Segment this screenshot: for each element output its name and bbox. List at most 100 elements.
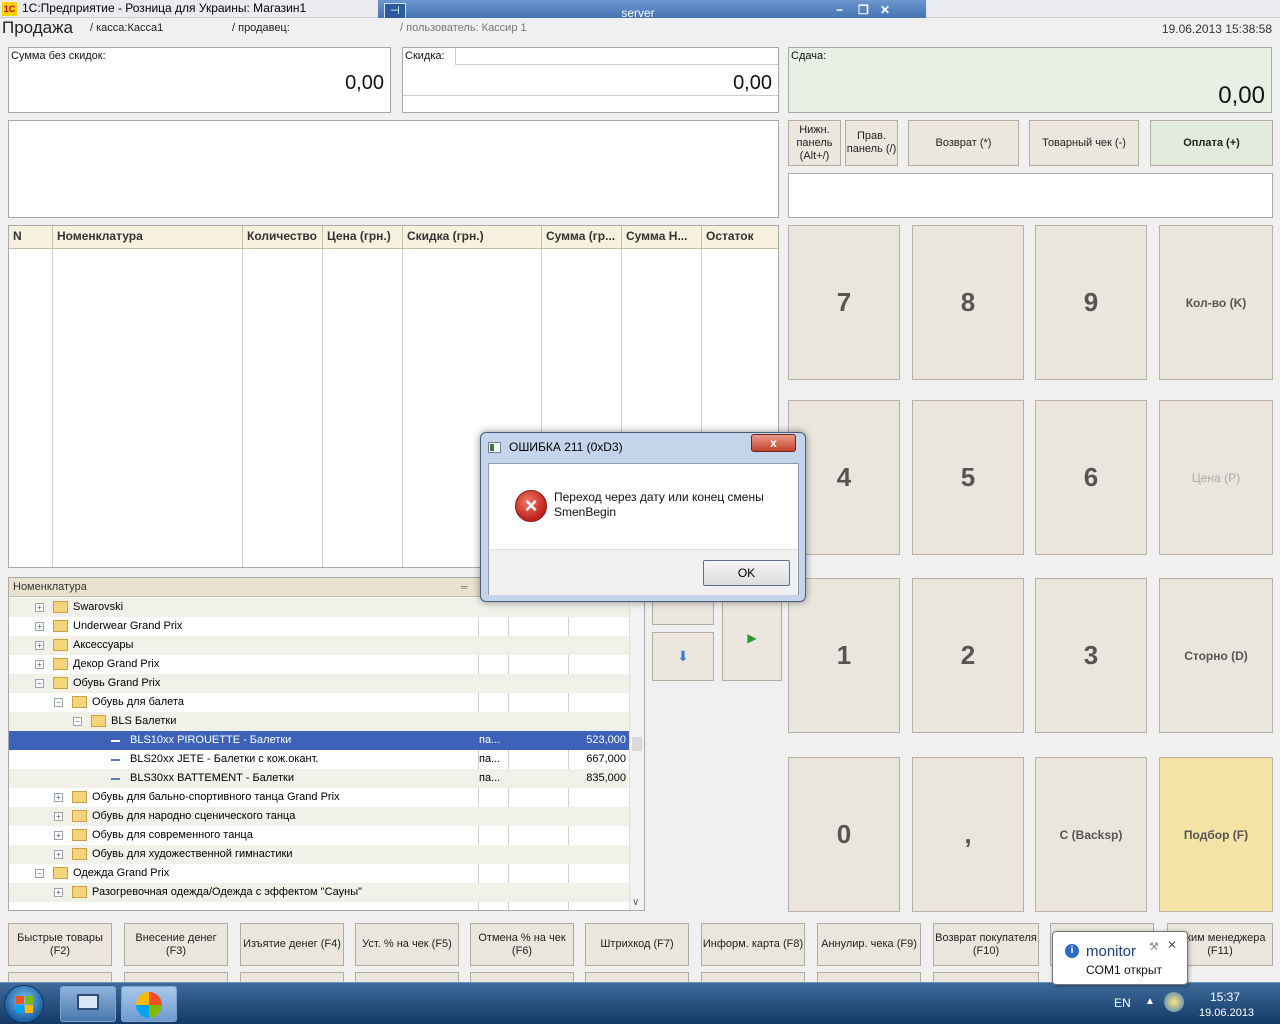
close-icon[interactable]: ✕ [1167, 938, 1177, 952]
key-5[interactable]: 5 [912, 400, 1024, 555]
scroll-down-icon[interactable]: ∨ [632, 897, 639, 908]
column-header[interactable]: Количество [243, 226, 323, 249]
down-arrow-button[interactable]: ⬇ [652, 632, 714, 681]
tray-notification[interactable]: i monitor ⚒ ✕ COM1 открыт [1052, 931, 1188, 985]
tree-row[interactable]: BLS30xx BATTEMENT - Балетки па... 835,00… [9, 769, 629, 788]
key-7[interactable]: 7 [788, 225, 900, 380]
expand-icon[interactable]: + [35, 622, 44, 631]
key-0[interactable]: 0 [788, 757, 900, 912]
language-indicator[interactable]: EN [1114, 996, 1131, 1010]
cancel-discount-button[interactable]: Отмена % на чек (F6) [470, 923, 574, 966]
tree-row[interactable]: − Обувь для балета [9, 693, 629, 712]
scrollbar-thumb[interactable] [632, 737, 642, 751]
collapse-icon[interactable]: − [35, 679, 44, 688]
expand-icon[interactable]: + [54, 888, 63, 897]
key-3[interactable]: 3 [1035, 578, 1147, 733]
tray-app-icon[interactable] [1164, 992, 1184, 1012]
bottom-panel-button[interactable]: Нижн. панель (Alt+/) [788, 120, 841, 166]
play-button[interactable]: ▶ [722, 595, 782, 681]
options-icon[interactable]: ⚒ [1149, 940, 1159, 953]
storno-button[interactable]: Сторно (D) [1159, 578, 1273, 733]
collapse-icon[interactable]: − [73, 717, 82, 726]
expand-icon[interactable]: + [35, 660, 44, 669]
tree-row[interactable]: + Декор Grand Prix [9, 655, 629, 674]
discount-input[interactable] [455, 48, 778, 65]
ok-button[interactable]: OK [703, 560, 790, 586]
folder-icon [53, 639, 68, 651]
folder-icon [53, 658, 68, 670]
taskbar-network-icon[interactable] [60, 986, 116, 1022]
quantity-button[interactable]: Кол-во (K) [1159, 225, 1273, 380]
tree-row[interactable]: − Одежда Grand Prix [9, 864, 629, 883]
tree-row[interactable]: + Разогревочная одежда/Одежда с эффектом… [9, 883, 629, 902]
tree-row[interactable]: + Обувь для народно сценического танца [9, 807, 629, 826]
collapse-icon[interactable]: − [35, 869, 44, 878]
key-2[interactable]: 2 [912, 578, 1024, 733]
set-discount-button[interactable]: Уст. % на чек (F5) [355, 923, 459, 966]
price-button[interactable]: Цена (P) [1159, 400, 1273, 555]
start-button[interactable] [4, 985, 44, 1023]
tree-row[interactable]: + Обувь для бально-спортивного танца Gra… [9, 788, 629, 807]
column-header[interactable]: Остаток [702, 226, 778, 249]
return-button[interactable]: Возврат (*) [908, 120, 1019, 166]
key-6[interactable]: 6 [1035, 400, 1147, 555]
dialog-close-button[interactable]: x [751, 434, 796, 452]
tree-row[interactable]: BLS10xx PIROUETTE - Балетки па... 523,00… [9, 731, 629, 750]
tree-row[interactable]: − BLS Балетки [9, 712, 629, 731]
close-icon: x [770, 436, 777, 450]
cash-out-button[interactable]: Изъятие денег (F4) [240, 923, 344, 966]
customer-return-button[interactable]: Возврат покупателя (F10) [933, 923, 1039, 966]
column-header[interactable]: Сумма Н... [622, 226, 702, 249]
tree-scrollbar[interactable]: ∨ [629, 597, 644, 910]
message-area [8, 120, 779, 218]
restore-icon[interactable]: ❐ [858, 3, 869, 17]
dialog-message: Переход через дату или конец смены [554, 490, 764, 504]
right-panel-button[interactable]: Прав. панель (/) [845, 120, 898, 166]
column-header[interactable]: Номенклатура [53, 226, 243, 249]
column-divider [322, 249, 323, 567]
tree-row-label: Обувь для современного танца [92, 829, 253, 841]
payment-button[interactable]: Оплата (+) [1150, 120, 1273, 166]
column-header[interactable]: Сумма (гр... [542, 226, 622, 249]
key-9[interactable]: 9 [1035, 225, 1147, 380]
tree-row-label: Underwear Grand Prix [73, 620, 183, 632]
select-button[interactable]: Подбор (F) [1159, 757, 1273, 912]
column-header[interactable]: N [9, 226, 53, 249]
clock-date[interactable]: 19.06.2013 [1199, 1007, 1254, 1019]
key-comma[interactable]: , [912, 757, 1024, 912]
expand-icon[interactable]: + [54, 850, 63, 859]
collapse-icon[interactable]: − [54, 698, 63, 707]
expand-icon[interactable]: + [35, 641, 44, 650]
backspace-button[interactable]: C (Backsp) [1035, 757, 1147, 912]
column-header[interactable]: Скидка (грн.) [403, 226, 542, 249]
notification-title: monitor [1086, 943, 1137, 960]
expand-icon[interactable]: + [54, 831, 63, 840]
minimize-icon[interactable]: − [836, 3, 843, 17]
info-card-button[interactable]: Информ. карта (F8) [701, 923, 805, 966]
show-hidden-icons-icon[interactable]: ▲ [1145, 996, 1155, 1007]
sort-icon[interactable]: ═ [461, 582, 467, 592]
barcode-button[interactable]: Штрихкод (F7) [585, 923, 689, 966]
cash-in-button[interactable]: Внесение денег (F3) [124, 923, 228, 966]
input-line[interactable] [788, 173, 1273, 218]
tree-row[interactable]: + Обувь для художественной гимнастики [9, 845, 629, 864]
clock-time[interactable]: 15:37 [1210, 990, 1240, 1004]
expand-icon[interactable]: + [35, 603, 44, 612]
expand-icon[interactable]: + [54, 793, 63, 802]
monitor-icon [77, 994, 99, 1010]
key-1[interactable]: 1 [788, 578, 900, 733]
expand-icon[interactable]: + [54, 812, 63, 821]
void-receipt-button[interactable]: Аннулир. чека (F9) [817, 923, 921, 966]
tree-row[interactable]: + Обувь для современного танца [9, 826, 629, 845]
receipt-button[interactable]: Товарный чек (-) [1029, 120, 1139, 166]
change-label: Сдача: [791, 50, 827, 62]
close-icon[interactable]: ✕ [880, 3, 890, 17]
tree-row[interactable]: + Underwear Grand Prix [9, 617, 629, 636]
quick-goods-button[interactable]: Быстрые товары (F2) [8, 923, 112, 966]
taskbar-remote-desktop-icon[interactable] [121, 986, 177, 1022]
column-header[interactable]: Цена (грн.) [323, 226, 403, 249]
tree-row[interactable]: + Аксессуары [9, 636, 629, 655]
tree-row[interactable]: − Обувь Grand Prix [9, 674, 629, 693]
key-8[interactable]: 8 [912, 225, 1024, 380]
tree-row[interactable]: BLS20xx JETE - Балетки с кож.окант. па..… [9, 750, 629, 769]
